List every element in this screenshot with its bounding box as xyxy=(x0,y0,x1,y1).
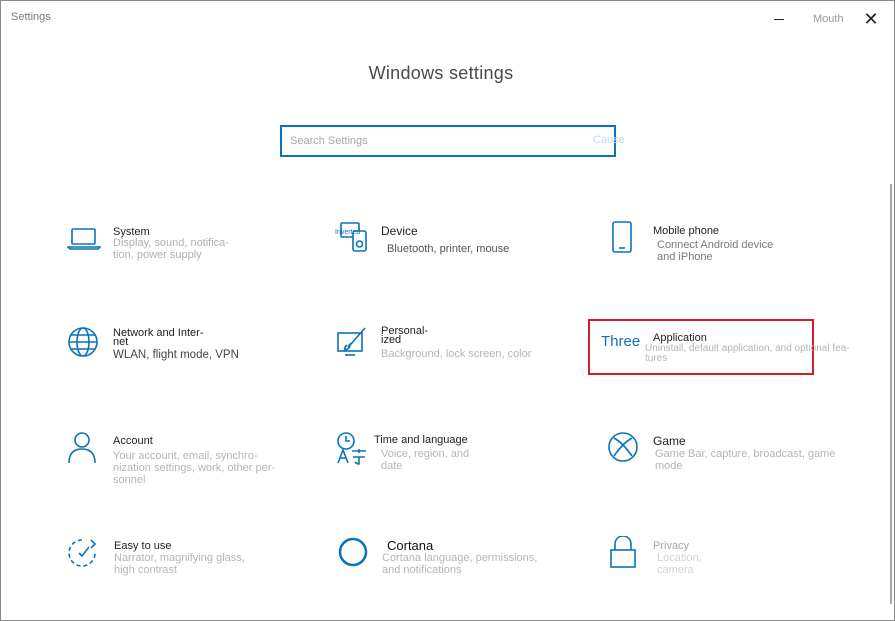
tile-application[interactable]: Three Application Uninstall, default app… xyxy=(601,331,851,401)
xbox-icon xyxy=(607,431,641,465)
tile-title: Mobile phone xyxy=(653,225,720,237)
tile-title: Easy to use xyxy=(114,540,172,552)
search-input[interactable] xyxy=(288,131,582,151)
paint-icon xyxy=(335,325,369,359)
tile-desc: Bluetooth, printer, mouse xyxy=(387,243,510,255)
tile-title: Network and Inter- net xyxy=(113,327,204,348)
device-icon-badge: Inverted xyxy=(335,229,361,236)
tile-desc: WLAN, flight mode, VPN xyxy=(113,349,239,361)
tile-network[interactable]: Network and Inter- net WLAN, flight mode… xyxy=(67,325,317,395)
device-icon xyxy=(335,221,369,255)
tile-desc: Voice, region, and date xyxy=(381,448,470,472)
tile-desc: Your account, email, synchro- nization s… xyxy=(113,450,276,486)
page-title: Windows settings xyxy=(368,63,514,83)
tile-device[interactable]: Inverted Device Bluetooth, printer, mous… xyxy=(335,221,585,291)
tile-title: Game xyxy=(653,434,686,448)
close-button[interactable]: ✕ xyxy=(862,10,880,28)
tile-system[interactable]: System Display, sound, notifica- tion, p… xyxy=(67,223,317,293)
tile-easy-to-use[interactable]: Easy to use Narrator, magnifying glass, … xyxy=(67,538,317,608)
tile-title: Privacy xyxy=(653,540,690,552)
tile-mobile-phone[interactable]: Mobile phone Connect Android device and … xyxy=(607,221,857,291)
ease-of-access-icon xyxy=(67,538,101,572)
cortana-icon xyxy=(337,536,371,570)
tile-desc: Uninstall, default application, and opti… xyxy=(645,343,850,364)
time-language-icon xyxy=(335,431,369,465)
person-icon xyxy=(67,431,101,465)
minimize-button[interactable] xyxy=(772,11,786,27)
tile-desc: Narrator, magnifying glass, high contras… xyxy=(114,552,245,576)
tile-desc: Connect Android device and iPhone xyxy=(657,239,774,263)
settings-window: Settings Mouth ✕ Windows settings Cause … xyxy=(0,0,895,621)
tile-cortana[interactable]: Cortana Cortana language, permissions, a… xyxy=(337,536,587,606)
maximize-button[interactable]: Mouth xyxy=(813,13,844,25)
phone-icon xyxy=(607,221,641,255)
tile-title: Device xyxy=(381,224,418,238)
globe-icon xyxy=(67,325,101,359)
tile-desc: Display, sound, notifica- tion, power su… xyxy=(113,237,229,261)
tile-desc: Location, camera xyxy=(657,552,702,576)
search-box[interactable]: Cause xyxy=(280,125,625,157)
tile-personalized[interactable]: Personal- ized Background, lock screen, … xyxy=(335,325,585,395)
tile-title: Account xyxy=(113,435,153,447)
scrollbar-thumb[interactable] xyxy=(890,184,892,604)
search-button-label[interactable]: Cause xyxy=(593,134,625,146)
tile-privacy[interactable]: Privacy Location, camera xyxy=(607,536,857,606)
tile-time-language[interactable]: Time and language Voice, region, and dat… xyxy=(335,431,585,501)
apps-icon: Three xyxy=(601,333,641,350)
tile-title: Cortana xyxy=(387,538,434,553)
lock-icon xyxy=(607,536,641,570)
tile-game[interactable]: Game Game Bar, capture, broadcast, game … xyxy=(607,431,857,501)
tile-desc: Game Bar, capture, broadcast, game mode xyxy=(655,448,836,472)
laptop-icon xyxy=(67,223,101,257)
window-title: Settings xyxy=(11,11,51,23)
tile-title: Personal- ized xyxy=(381,325,429,346)
tile-account[interactable]: Account Your account, email, synchro- ni… xyxy=(67,431,317,501)
tile-title: Time and language xyxy=(374,434,468,446)
tile-desc: Background, lock screen, color xyxy=(381,348,532,360)
tile-desc: Cortana language, permissions, and notif… xyxy=(382,552,538,576)
